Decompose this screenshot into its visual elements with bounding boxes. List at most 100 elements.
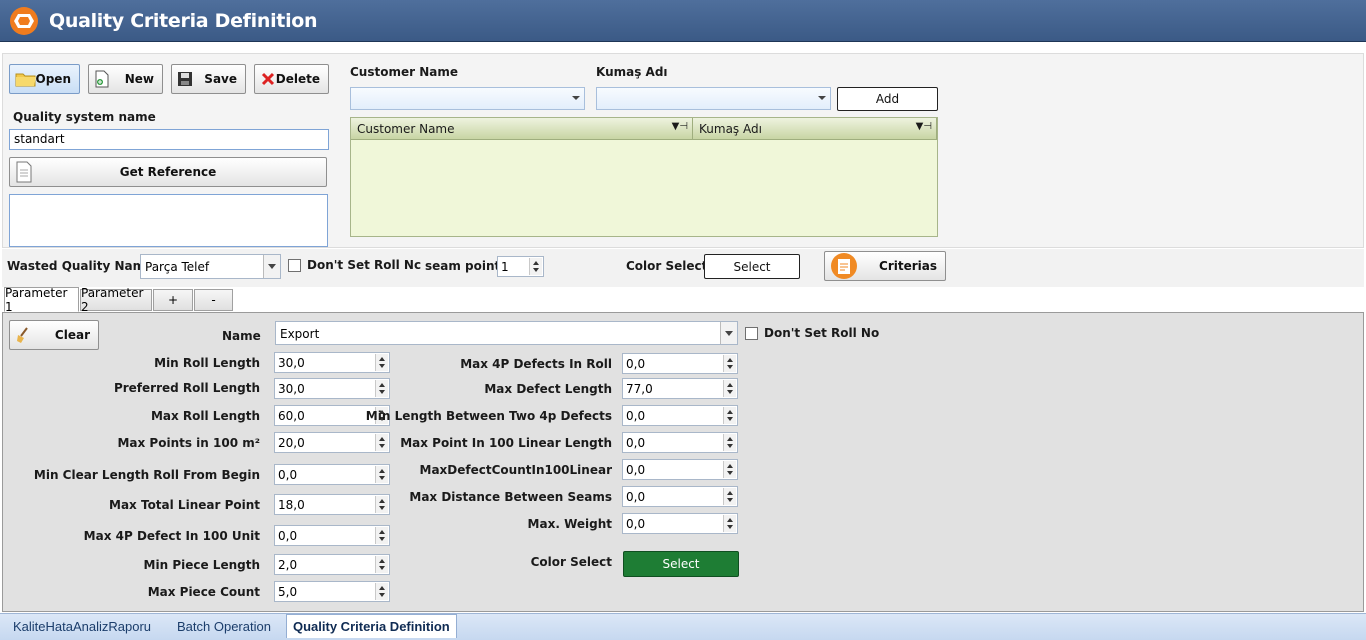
- param-label: Max Defect Length: [484, 382, 612, 396]
- param-spinner[interactable]: 0,0: [622, 513, 738, 534]
- open-label: Open: [35, 72, 71, 86]
- chevron-down-icon: [263, 255, 280, 278]
- new-button[interactable]: New: [88, 64, 163, 94]
- criterias-button[interactable]: Criterias: [824, 251, 946, 281]
- fabric-name-label: Kumaş Adı: [596, 65, 668, 79]
- spinner-arrows-icon[interactable]: [723, 380, 736, 397]
- wasted-quality-select[interactable]: Parça Telef: [140, 254, 281, 279]
- color-select-button[interactable]: Select: [623, 551, 739, 577]
- param-label: Max. Weight: [527, 517, 612, 531]
- seam-point-label: seam point: [425, 259, 501, 273]
- spinner-arrows-icon[interactable]: [375, 583, 388, 600]
- customer-fabric-grid: Customer Name ▼⊣ Kumaş Adı ▼⊣: [350, 117, 938, 237]
- param-label: Max 4P Defects In Roll: [460, 357, 612, 371]
- param-spinner[interactable]: 20,0: [274, 432, 390, 453]
- param-spinner[interactable]: 30,0: [274, 352, 390, 373]
- document-icon: [16, 161, 32, 183]
- dont-set-roll-checkbox[interactable]: [745, 327, 758, 340]
- open-button[interactable]: Open: [9, 64, 80, 94]
- color-select-label-top: Color Select: [626, 259, 708, 273]
- delete-label: Delete: [275, 72, 320, 86]
- param-spinner[interactable]: 0,0: [274, 525, 390, 546]
- folder-icon: [15, 73, 36, 87]
- fabric-name-select[interactable]: [596, 87, 831, 110]
- reference-textarea[interactable]: [9, 194, 328, 247]
- spinner-arrows-icon[interactable]: [723, 515, 736, 532]
- param-label: Min Length Between Two 4p Defects: [365, 409, 612, 423]
- spinner-arrows-icon[interactable]: [723, 355, 736, 372]
- spinner-arrows-icon[interactable]: [375, 496, 388, 513]
- dont-set-roll-checkbox-top[interactable]: [288, 259, 301, 272]
- spinner-arrows-icon[interactable]: [723, 434, 736, 451]
- param-spinner[interactable]: 0,0: [622, 486, 738, 507]
- delete-button[interactable]: Delete: [254, 64, 329, 94]
- spinner-arrows-icon[interactable]: [723, 461, 736, 478]
- param-label: Min Piece Length: [143, 558, 260, 572]
- spinner-arrows-icon[interactable]: [375, 527, 388, 544]
- param-spinner[interactable]: 30,0: [274, 378, 390, 399]
- tab-batch-operation[interactable]: Batch Operation: [171, 615, 277, 637]
- chevron-down-icon: [818, 96, 826, 100]
- filter-pin-icon[interactable]: ▼⊣: [916, 121, 932, 132]
- spinner-arrows-icon[interactable]: [375, 466, 388, 483]
- param-spinner[interactable]: 0,0: [622, 459, 738, 480]
- param-label: Max Roll Length: [150, 409, 260, 423]
- grid-header-customer[interactable]: Customer Name ▼⊣: [351, 118, 693, 140]
- customer-name-label: Customer Name: [350, 65, 458, 79]
- filter-pin-icon[interactable]: ▼⊣: [672, 121, 688, 132]
- tab-parameter-2[interactable]: Parameter 2: [80, 286, 152, 314]
- param-label: Max 4P Defect In 100 Unit: [83, 529, 260, 543]
- spinner-arrows-icon[interactable]: [375, 434, 388, 451]
- param-spinner[interactable]: 0,0: [274, 464, 390, 485]
- tab-kalite-hata-analiz-raporu[interactable]: KaliteHataAnalizRaporu: [7, 615, 157, 637]
- customer-name-select[interactable]: [350, 87, 585, 110]
- spinner-arrows-icon[interactable]: [723, 488, 736, 505]
- param-label: Max Points in 100 m²: [117, 436, 260, 450]
- tab-remove-parameter[interactable]: -: [194, 289, 233, 311]
- quality-system-input[interactable]: standart: [9, 129, 329, 150]
- param-spinner[interactable]: 0,0: [622, 353, 738, 374]
- grid-header-fabric[interactable]: Kumaş Adı ▼⊣: [693, 118, 937, 140]
- quality-system-label: Quality system name: [13, 110, 156, 124]
- delete-x-icon: [261, 72, 275, 86]
- new-document-icon: [95, 70, 109, 88]
- param-spinner[interactable]: 0,0: [622, 405, 738, 426]
- color-select-button-top[interactable]: Select: [704, 254, 800, 279]
- new-label: New: [124, 72, 154, 86]
- get-reference-label: Get Reference: [119, 165, 217, 179]
- param-spinner[interactable]: 18,0: [274, 494, 390, 515]
- param-label: Preferred Roll Length: [113, 381, 260, 395]
- param-label: Max Distance Between Seams: [409, 490, 612, 504]
- floppy-save-icon: [178, 72, 192, 86]
- chevron-down-icon: [720, 322, 737, 344]
- param-label: MaxDefectCountIn100Linear: [419, 463, 612, 477]
- save-button[interactable]: Save: [171, 64, 246, 94]
- param-label: Max Total Linear Point: [109, 498, 260, 512]
- spinner-arrows-icon[interactable]: [375, 556, 388, 573]
- param-label: Min Clear Length Roll From Begin: [33, 468, 260, 482]
- param-name-label: Name: [222, 329, 261, 343]
- spinner-arrows-icon[interactable]: [529, 258, 542, 275]
- add-button[interactable]: Add: [837, 87, 938, 111]
- param-label: Max Point In 100 Linear Length: [400, 436, 612, 450]
- chevron-down-icon: [572, 96, 580, 100]
- tab-quality-criteria-definition[interactable]: Quality Criteria Definition: [286, 614, 457, 638]
- tab-parameter-1[interactable]: Parameter 1: [4, 286, 79, 314]
- wasted-quality-label: Wasted Quality Name: [7, 259, 154, 273]
- param-spinner[interactable]: 0,0: [622, 432, 738, 453]
- spinner-arrows-icon[interactable]: [375, 354, 388, 371]
- seam-point-spinner[interactable]: 1: [497, 256, 544, 277]
- spinner-arrows-icon[interactable]: [723, 407, 736, 424]
- clear-label: Clear: [54, 328, 90, 342]
- tab-add-parameter[interactable]: +: [153, 289, 193, 311]
- clear-button[interactable]: Clear: [9, 320, 99, 350]
- spinner-arrows-icon[interactable]: [375, 380, 388, 397]
- app-logo-icon: [10, 7, 38, 35]
- save-label: Save: [204, 72, 237, 86]
- param-spinner[interactable]: 77,0: [622, 378, 738, 399]
- param-name-select[interactable]: Export: [275, 321, 738, 345]
- broom-icon: [17, 327, 28, 343]
- get-reference-button[interactable]: Get Reference: [9, 157, 327, 187]
- param-spinner[interactable]: 5,0: [274, 581, 390, 602]
- param-spinner[interactable]: 2,0: [274, 554, 390, 575]
